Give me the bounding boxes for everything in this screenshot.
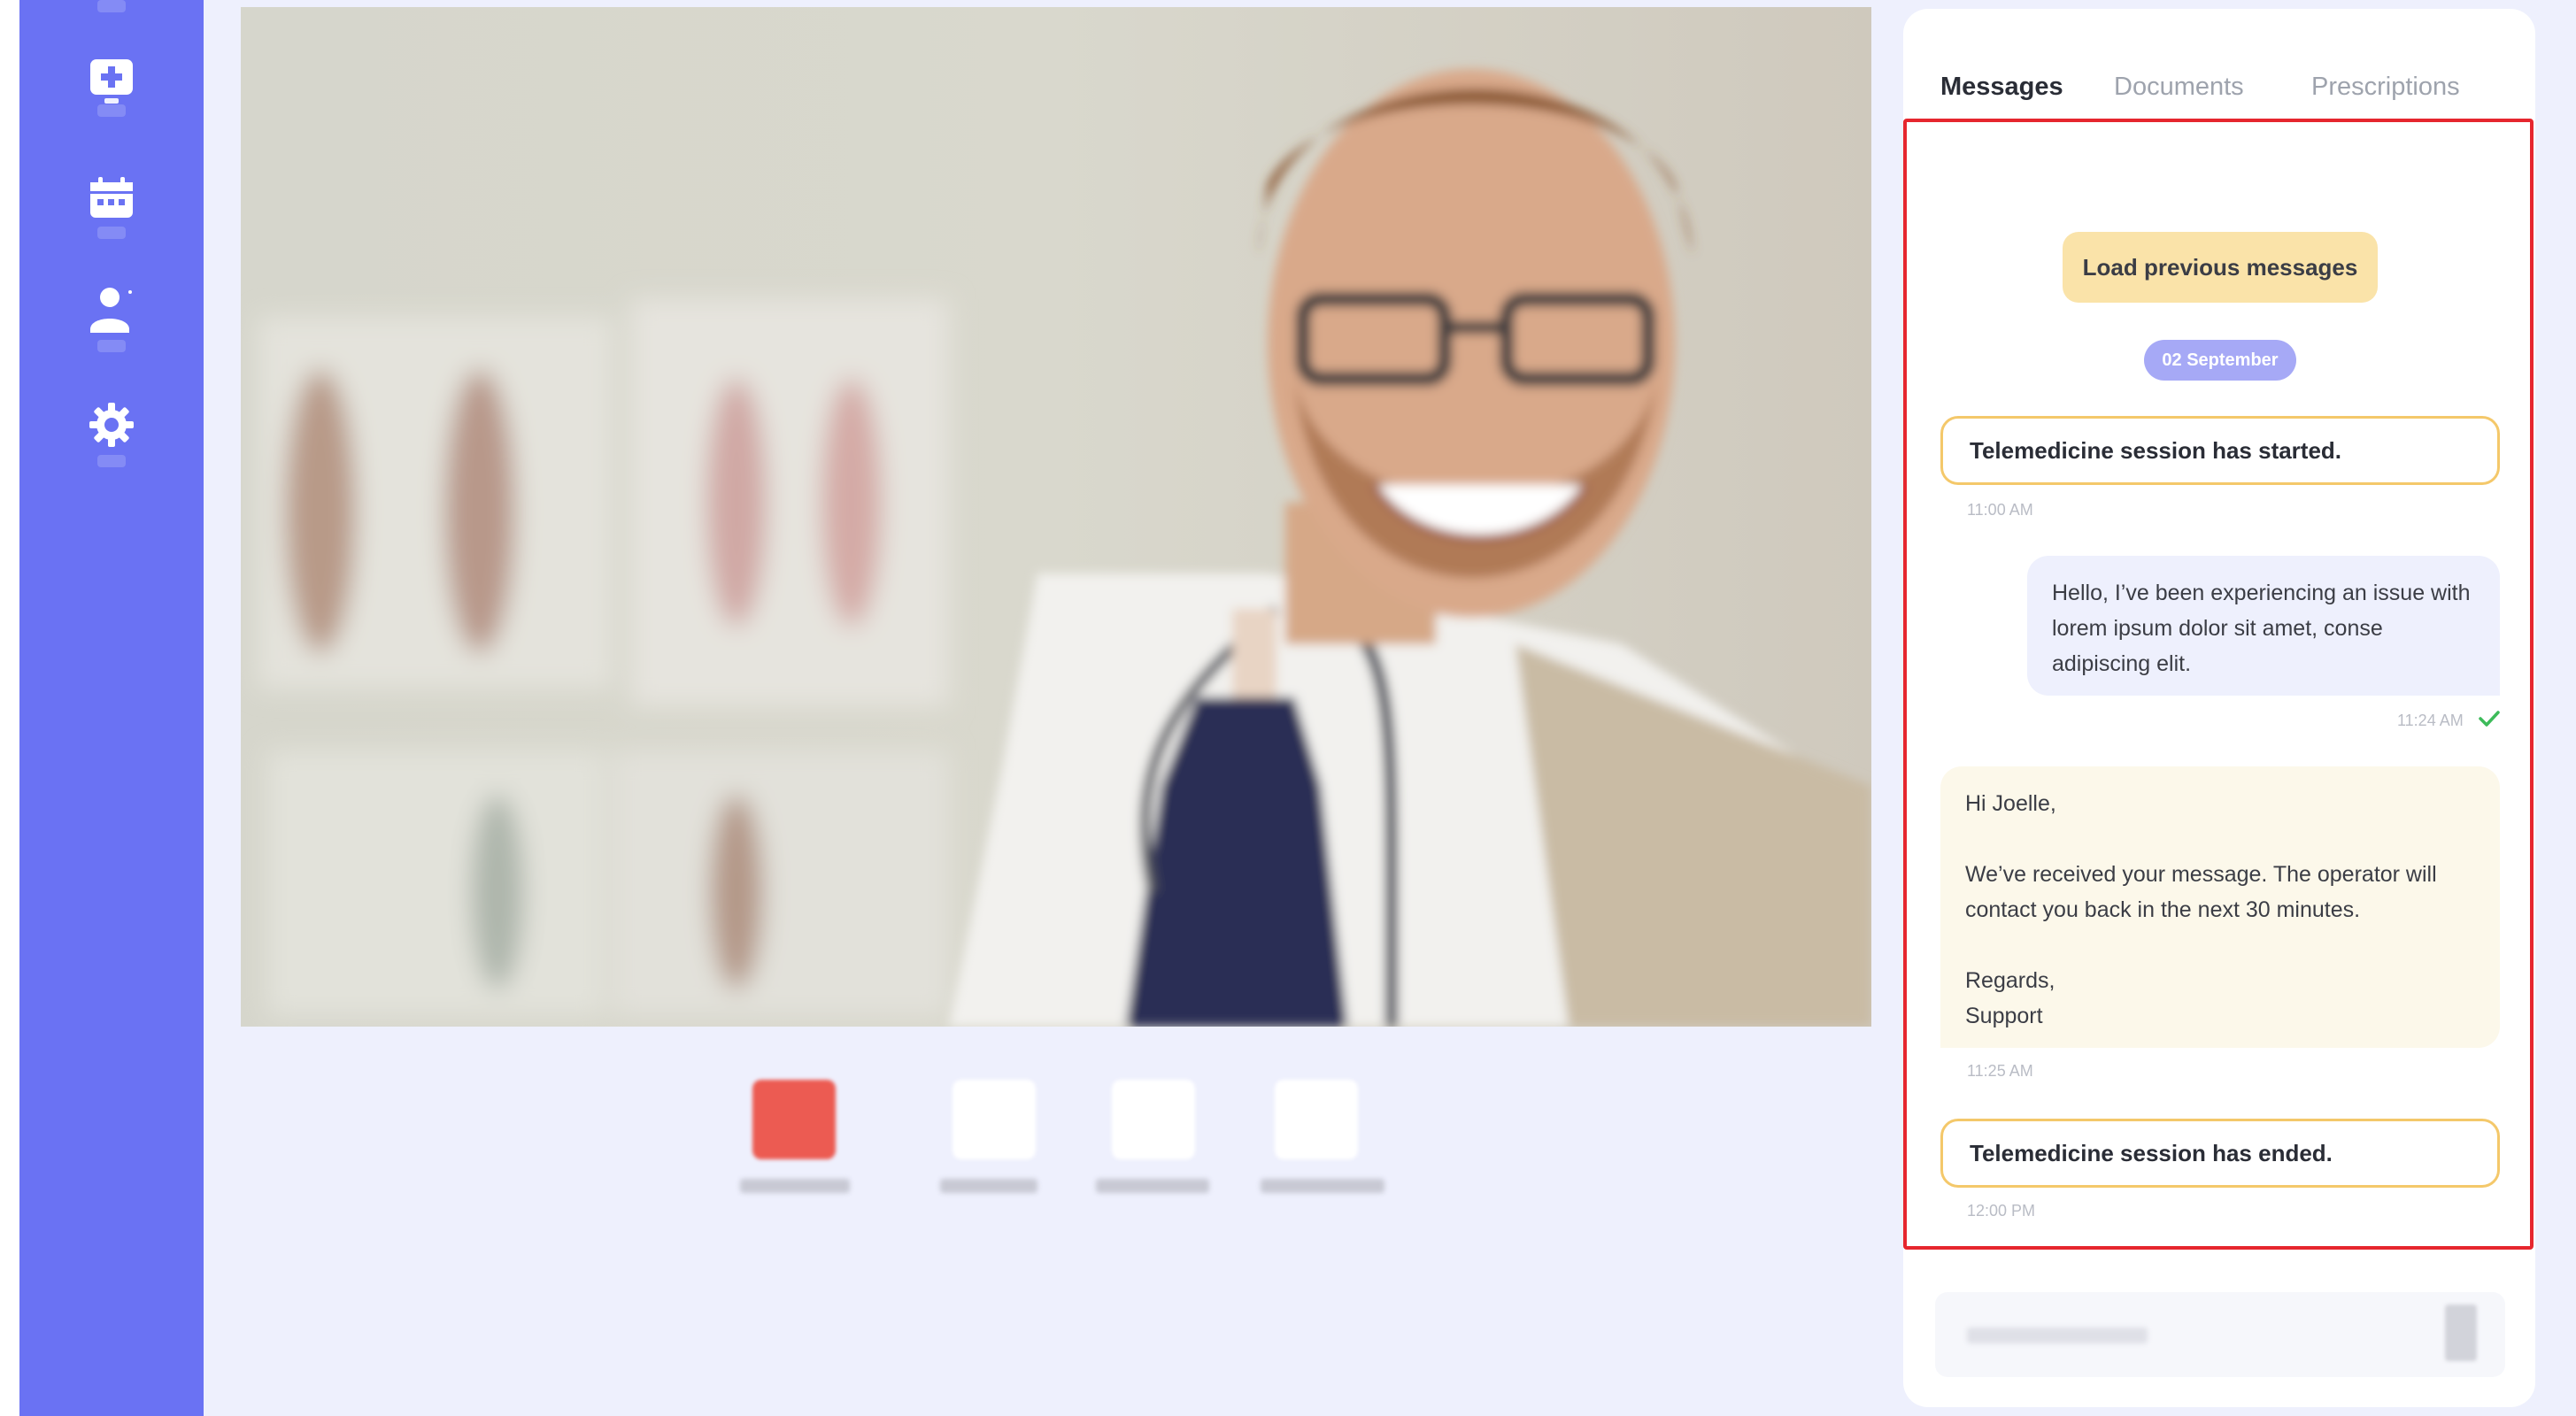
expand-icon [1275, 1080, 1358, 1159]
calendar-icon [90, 177, 133, 218]
tab-documents[interactable]: Documents [2114, 73, 2244, 102]
microphone-icon [953, 1080, 1036, 1159]
message-time: 11:00 AM [1967, 501, 2033, 519]
sidebar-item-calendar[interactable] [85, 172, 138, 225]
sidebar-shadow [97, 340, 126, 352]
telemedicine-app: Messages Documents Prescriptions Load pr… [0, 0, 2576, 1416]
message-body: We’ve received your message. The operato… [1965, 862, 2437, 922]
read-check-icon [2479, 711, 2500, 727]
sidebar-item-hidden [97, 0, 126, 12]
message-time: 11:24 AM [2397, 712, 2464, 729]
camera-icon [1112, 1080, 1195, 1159]
video-feed [241, 7, 1871, 1027]
load-previous-button[interactable]: Load previous messages [2063, 232, 2378, 303]
message-input[interactable] [1935, 1292, 2505, 1377]
message-signoff: Regards, [1965, 968, 2055, 993]
camera-label [1096, 1179, 1209, 1193]
sidebar [19, 0, 204, 1416]
message-time: 12:00 PM [1967, 1202, 2036, 1220]
sidebar-shadow [97, 455, 126, 467]
end-call-label [740, 1179, 850, 1193]
panel-tabs: Messages Documents Prescriptions [1903, 9, 2535, 115]
sidebar-shadow [97, 104, 126, 117]
sidebar-item-profile[interactable] [85, 283, 138, 336]
monitor-plus-icon [90, 59, 133, 104]
sidebar-item-telemedicine[interactable] [85, 55, 138, 108]
fullscreen-label [1261, 1179, 1384, 1193]
message-input-placeholder [1967, 1328, 2148, 1343]
outgoing-message: Hello, I’ve been experiencing an issue w… [2027, 556, 2500, 696]
date-separator: 02 September [2144, 340, 2296, 381]
system-message-ended: Telemedicine session has ended. [1940, 1119, 2500, 1188]
doctor-video-image [241, 7, 1871, 1027]
mute-label [940, 1179, 1037, 1193]
message-signature: Support [1965, 1004, 2043, 1028]
tab-messages[interactable]: Messages [1940, 73, 2063, 102]
sidebar-item-settings[interactable] [85, 398, 138, 451]
message-time: 11:25 AM [1967, 1062, 2033, 1080]
gear-icon [89, 403, 134, 447]
hang-up-icon [752, 1080, 836, 1159]
left-edge [0, 0, 19, 1416]
incoming-message: Hi Joelle, We’ve received your message. … [1940, 766, 2500, 1048]
system-message-started: Telemedicine session has started. [1940, 416, 2500, 485]
send-icon[interactable] [2445, 1304, 2477, 1361]
chat-panel: Messages Documents Prescriptions [1903, 9, 2535, 1407]
tab-prescriptions[interactable]: Prescriptions [2311, 73, 2460, 102]
message-greeting: Hi Joelle, [1965, 791, 2056, 816]
sidebar-shadow [97, 227, 126, 239]
user-icon [90, 288, 132, 333]
